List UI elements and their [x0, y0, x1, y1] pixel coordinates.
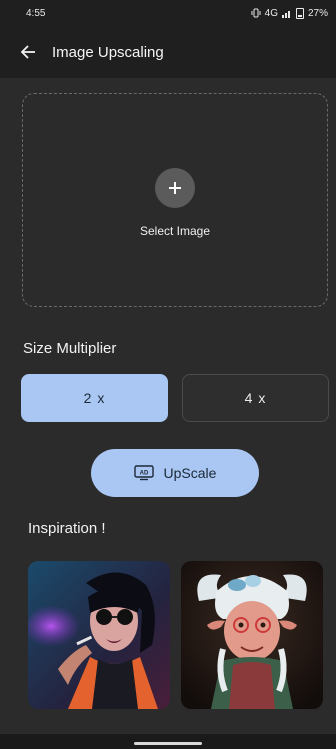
status-bar: 4:55 4G 27%	[0, 0, 336, 26]
upscale-button[interactable]: AD UpScale	[91, 449, 259, 497]
inspiration-title: Inspiration !	[28, 520, 106, 537]
battery-icon	[295, 7, 304, 19]
multiplier-4x-button[interactable]: 4 x	[182, 374, 329, 422]
ad-icon: AD	[133, 465, 154, 481]
status-indicators: 4G 27%	[251, 7, 328, 19]
inspiration-image-woman[interactable]	[28, 561, 170, 709]
upscale-label: UpScale	[163, 465, 217, 481]
status-time: 4:55	[26, 7, 46, 19]
signal-icon	[281, 10, 290, 18]
size-multiplier-title: Size Multiplier	[23, 340, 117, 357]
svg-text:AD: AD	[139, 471, 148, 477]
vibrate-icon	[251, 8, 261, 18]
network-label: 4G	[264, 7, 278, 19]
app-bar: Image Upscaling	[0, 26, 336, 78]
select-image-area[interactable]: Select Image	[22, 93, 328, 307]
multiplier-2x-button[interactable]: 2 x	[21, 374, 168, 422]
inspiration-image-elderly-woman[interactable]	[181, 561, 323, 709]
plus-icon	[169, 182, 181, 194]
back-arrow-icon[interactable]	[20, 43, 38, 61]
battery-percent: 27%	[307, 7, 328, 19]
select-image-label: Select Image	[139, 224, 211, 238]
home-indicator[interactable]	[134, 742, 202, 745]
add-image-button[interactable]	[155, 168, 195, 208]
page-title: Image Upscaling	[52, 43, 164, 61]
